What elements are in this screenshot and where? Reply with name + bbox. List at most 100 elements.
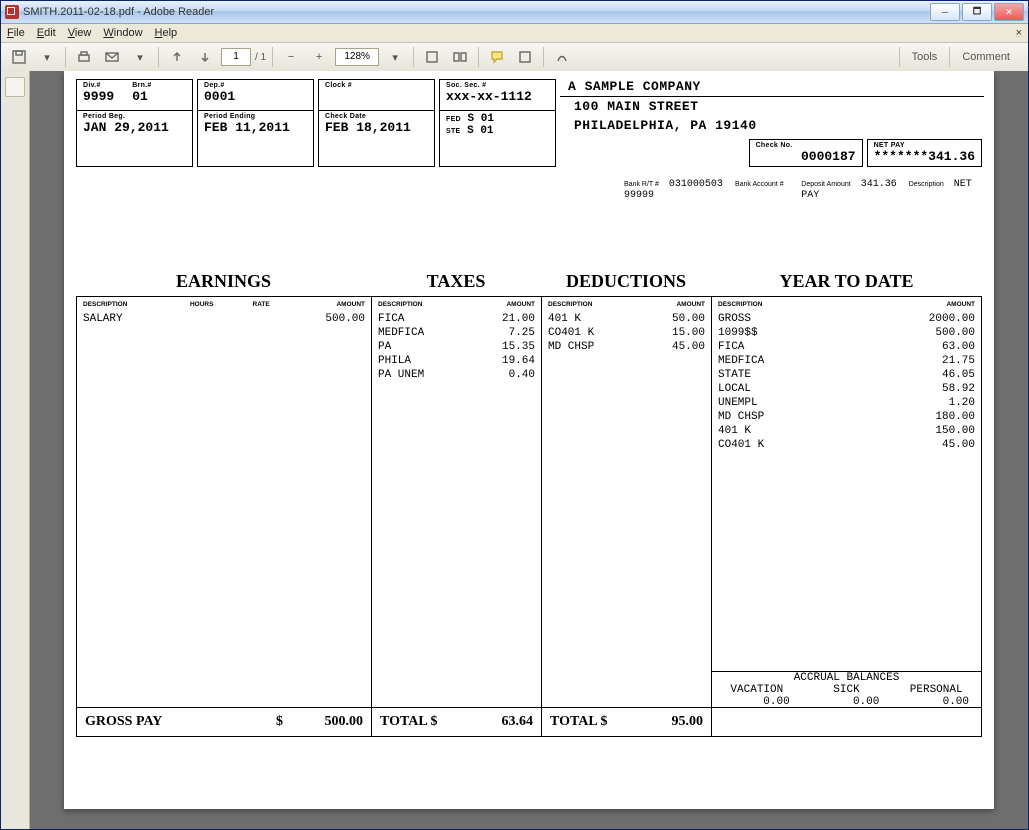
clock-label: Clock # bbox=[325, 82, 428, 89]
sick-label: SICK bbox=[802, 684, 892, 696]
accrual-title: ACCRUAL BALANCES bbox=[712, 672, 981, 684]
line-item: PA15.35 bbox=[378, 340, 535, 354]
gross-pay-label: GROSS PAY bbox=[85, 714, 162, 730]
line-item: FICA63.00 bbox=[718, 340, 975, 354]
document-area[interactable]: Div.#9999 Brn.#01 Period Beg. JAN 29,201… bbox=[30, 71, 1028, 829]
check-no-box: Check No. 0000187 bbox=[749, 139, 863, 167]
menu-edit[interactable]: Edit bbox=[37, 27, 56, 39]
ded-total-label: TOTAL $ bbox=[550, 714, 607, 730]
personal-label: PERSONAL bbox=[891, 684, 981, 696]
thumbnails-icon[interactable] bbox=[5, 77, 25, 97]
line-item: LOCAL58.92 bbox=[718, 382, 975, 396]
line-item: GROSS2000.00 bbox=[718, 312, 975, 326]
email-dropdown-icon[interactable]: ▾ bbox=[128, 45, 152, 69]
zoom-in-icon[interactable]: + bbox=[307, 45, 331, 69]
line-item: PA UNEM0.40 bbox=[378, 368, 535, 382]
menu-close-icon[interactable]: × bbox=[1016, 27, 1022, 39]
personal-value: 0.00 bbox=[891, 696, 981, 708]
accrual-box: ACCRUAL BALANCES VACATION SICK PERSONAL … bbox=[711, 671, 982, 708]
page-prev-icon[interactable] bbox=[165, 45, 189, 69]
sick-value: 0.00 bbox=[802, 696, 892, 708]
close-button[interactable]: ✕ bbox=[994, 3, 1024, 21]
tool1-icon[interactable] bbox=[420, 45, 444, 69]
email-icon[interactable] bbox=[100, 45, 124, 69]
zoom-out-icon[interactable]: − bbox=[279, 45, 303, 69]
period-end-value: FEB 11,2011 bbox=[204, 120, 307, 135]
ytd-column: DESCRIPTIONAMOUNT GROSS2000.001099$$500.… bbox=[712, 297, 981, 707]
earnings-title: EARNINGS bbox=[76, 271, 371, 292]
ste-value: S 01 bbox=[467, 125, 493, 137]
period-end-label: Period Ending bbox=[204, 113, 307, 120]
tool2-icon[interactable] bbox=[448, 45, 472, 69]
attachments-icon[interactable] bbox=[6, 107, 24, 125]
period-beg-label: Period Beg. bbox=[83, 113, 186, 120]
div-value: 9999 bbox=[83, 89, 114, 104]
highlight-icon[interactable] bbox=[513, 45, 537, 69]
side-panel bbox=[1, 71, 30, 829]
tools-button[interactable]: Tools bbox=[899, 47, 950, 67]
section-titles: EARNINGS TAXES DEDUCTIONS YEAR TO DATE bbox=[76, 271, 982, 292]
net-pay-value: *******341.36 bbox=[874, 149, 975, 164]
comment-button[interactable]: Comment bbox=[949, 47, 1022, 67]
check-no-value: 0000187 bbox=[756, 149, 856, 164]
line-item: CO401 K45.00 bbox=[718, 438, 975, 452]
line-item: 401 K150.00 bbox=[718, 424, 975, 438]
company-name: A SAMPLE COMPANY bbox=[560, 77, 984, 97]
zoom-dropdown-icon[interactable]: ▾ bbox=[383, 45, 407, 69]
menu-bar: File Edit View Window Help × bbox=[1, 24, 1028, 43]
dep-value: 0001 bbox=[204, 89, 307, 104]
line-item: MEDFICA7.25 bbox=[378, 326, 535, 340]
totals-row: GROSS PAY $ 500.00 TOTAL $ 63.64 TOTAL $… bbox=[76, 708, 982, 737]
ded-total-value: 95.00 bbox=[672, 714, 704, 730]
check-date-value: FEB 18,2011 bbox=[325, 120, 428, 135]
app-window: SMITH.2011-02-18.pdf - Adobe Reader ─ 🗖 … bbox=[0, 0, 1029, 830]
bank-line: Bank R/T # 031000503 Bank Account # 9999… bbox=[76, 179, 982, 201]
bank-rt-label: Bank R/T # bbox=[624, 181, 659, 188]
deductions-column: DESCRIPTIONAMOUNT 401 K50.00CO401 K15.00… bbox=[542, 297, 712, 707]
page-next-icon[interactable] bbox=[193, 45, 217, 69]
address-line2: PHILADELPHIA, PA 19140 bbox=[568, 116, 982, 135]
zoom-input[interactable]: 128% bbox=[335, 48, 379, 66]
taxes-column: DESCRIPTIONAMOUNT FICA21.00MEDFICA7.25PA… bbox=[372, 297, 542, 707]
minimize-button[interactable]: ─ bbox=[930, 3, 960, 21]
workspace: Div.#9999 Brn.#01 Period Beg. JAN 29,201… bbox=[1, 71, 1028, 829]
window-title: SMITH.2011-02-18.pdf - Adobe Reader bbox=[23, 6, 930, 18]
address-line1: 100 MAIN STREET bbox=[568, 97, 982, 116]
net-pay-label: NET PAY bbox=[874, 142, 975, 149]
menu-view[interactable]: View bbox=[68, 27, 92, 39]
earnings-column: DESCRIPTIONHOURSRATEAMOUNT SALARY500.00 bbox=[77, 297, 372, 707]
maximize-button[interactable]: 🗖 bbox=[962, 3, 992, 21]
print-icon[interactable] bbox=[72, 45, 96, 69]
line-item: PHILA19.64 bbox=[378, 354, 535, 368]
bank-rt-value: 031000503 bbox=[669, 179, 723, 190]
ssn-label: Soc. Sec. # bbox=[446, 82, 549, 89]
ssn-value: xxx-xx-1112 bbox=[446, 89, 549, 104]
ste-label: STE bbox=[446, 128, 461, 135]
vacation-value: 0.00 bbox=[712, 696, 802, 708]
menu-window[interactable]: Window bbox=[103, 27, 142, 39]
tax-total-label: TOTAL $ bbox=[380, 714, 437, 730]
pdf-page: Div.#9999 Brn.#01 Period Beg. JAN 29,201… bbox=[64, 71, 994, 809]
check-no-label: Check No. bbox=[756, 142, 856, 149]
line-item: MD CHSP45.00 bbox=[548, 340, 705, 354]
gross-pay-value: 500.00 bbox=[283, 714, 363, 730]
line-item: 401 K50.00 bbox=[548, 312, 705, 326]
save-dropdown-icon[interactable]: ▾ bbox=[35, 45, 59, 69]
save-icon[interactable] bbox=[7, 45, 31, 69]
pdf-icon bbox=[5, 5, 19, 19]
deductions-title: DEDUCTIONS bbox=[541, 271, 711, 292]
deposit-label: Deposit Amount bbox=[801, 181, 850, 188]
paystub-header: Div.#9999 Brn.#01 Period Beg. JAN 29,201… bbox=[76, 79, 982, 167]
sign-icon[interactable] bbox=[550, 45, 574, 69]
line-item: MD CHSP180.00 bbox=[718, 410, 975, 424]
brn-value: 01 bbox=[132, 89, 151, 104]
page-number-input[interactable]: 1 bbox=[221, 48, 251, 66]
menu-file[interactable]: File bbox=[7, 27, 25, 39]
vacation-label: VACATION bbox=[712, 684, 802, 696]
toolbar: ▾ ▾ 1 / 1 − + 128% ▾ Tools Comment bbox=[1, 43, 1028, 72]
div-label: Div.# bbox=[83, 82, 114, 89]
dep-label: Dep.# bbox=[204, 82, 307, 89]
comment-icon[interactable] bbox=[485, 45, 509, 69]
menu-help[interactable]: Help bbox=[155, 27, 178, 39]
tax-total-value: 63.64 bbox=[502, 714, 534, 730]
